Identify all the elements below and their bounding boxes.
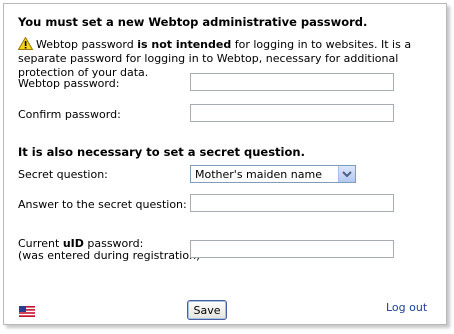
- secret-question-label: Secret question:: [18, 168, 108, 181]
- webtop-password-input[interactable]: [190, 73, 394, 91]
- webtop-password-label: Webtop password:: [18, 77, 120, 90]
- answer-label: Answer to the secret question:: [18, 198, 187, 211]
- uid-password-input[interactable]: [190, 240, 394, 258]
- chevron-down-icon[interactable]: [338, 166, 355, 182]
- secret-question-value: Mother's maiden name: [195, 168, 322, 181]
- confirm-password-label: Confirm password:: [18, 108, 121, 121]
- save-button[interactable]: Save: [187, 300, 227, 320]
- uid-password-label: Current uID password: (was entered durin…: [18, 238, 200, 262]
- us-flag-icon[interactable]: [19, 306, 35, 317]
- password-heading: You must set a new Webtop administrative…: [18, 15, 368, 29]
- secret-question-select[interactable]: Mother's maiden name: [190, 165, 356, 183]
- secret-question-heading: It is also necessary to set a secret que…: [18, 145, 305, 159]
- logout-link[interactable]: Log out: [386, 301, 427, 314]
- notice-emphasis: is not intended: [137, 38, 232, 51]
- password-setup-panel: You must set a new Webtop administrative…: [3, 3, 447, 325]
- answer-input[interactable]: [190, 194, 394, 212]
- confirm-password-input[interactable]: [190, 104, 394, 122]
- warning-icon: [18, 37, 33, 50]
- notice-text-start: Webtop password: [36, 38, 138, 51]
- uid-label-note: (was entered during registration): [18, 249, 201, 262]
